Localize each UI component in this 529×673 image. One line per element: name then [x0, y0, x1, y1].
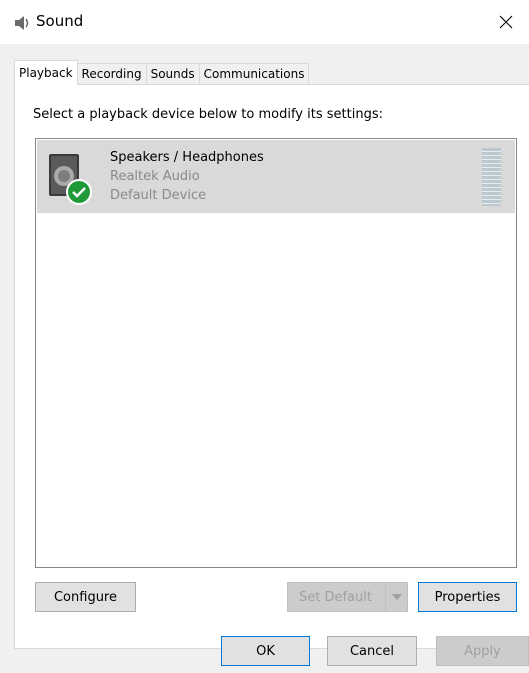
close-icon: [499, 15, 513, 29]
window-title: Sound: [36, 12, 84, 30]
tab-playback[interactable]: Playback: [14, 60, 78, 85]
speaker-device-icon: [49, 154, 92, 205]
speaker-icon: [15, 16, 29, 30]
cancel-button[interactable]: Cancel: [327, 636, 417, 666]
volume-level-meter: [482, 148, 501, 206]
tab-communications[interactable]: Communications: [198, 63, 310, 85]
configure-button[interactable]: Configure: [35, 582, 136, 612]
properties-button[interactable]: Properties: [418, 582, 517, 612]
set-default-button[interactable]: Set Default: [287, 582, 408, 612]
set-default-label: Set Default: [299, 589, 372, 605]
chevron-down-icon: [391, 594, 402, 600]
ok-button[interactable]: OK: [221, 636, 310, 666]
tab-strip: Playback Recording Sounds Communications: [14, 60, 310, 85]
set-default-dropdown[interactable]: [385, 583, 407, 611]
device-item-speakers[interactable]: Speakers / Headphones Realtek Audio Defa…: [37, 140, 515, 213]
dialog-body: Playback Recording Sounds Communications…: [0, 44, 529, 673]
device-name: Speakers / Headphones: [110, 150, 264, 165]
playback-panel: Select a playback device below to modify…: [14, 84, 529, 649]
device-status: Default Device: [110, 188, 207, 203]
device-driver: Realtek Audio: [110, 169, 200, 184]
default-check-icon: [66, 179, 92, 205]
title-bar: Sound: [0, 0, 529, 44]
tab-recording[interactable]: Recording: [76, 63, 147, 85]
tab-sounds[interactable]: Sounds: [145, 63, 200, 85]
close-button[interactable]: [483, 0, 529, 44]
device-list[interactable]: Speakers / Headphones Realtek Audio Defa…: [35, 138, 517, 568]
apply-button[interactable]: Apply: [436, 636, 529, 666]
instruction-text: Select a playback device below to modify…: [33, 107, 383, 122]
